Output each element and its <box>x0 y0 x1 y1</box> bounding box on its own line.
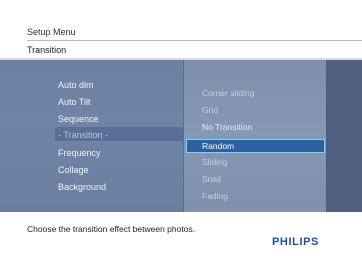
setup-menu-screen: Setup Menu Transition Auto dim Auto Tilt… <box>0 0 362 273</box>
submenu-item-grid[interactable]: Grid <box>202 105 218 115</box>
menu-item-transition[interactable]: - Transition - <box>58 130 108 140</box>
menu-item-auto-tilt[interactable]: Auto Tilt <box>58 97 91 107</box>
menu-subtitle: Transition <box>27 45 67 55</box>
menu-item-background[interactable]: Background <box>58 182 106 192</box>
submenu-item-sliding[interactable]: Sliding <box>202 157 228 167</box>
philips-logo: PHILIPS <box>272 236 319 248</box>
panel-separator <box>183 60 184 212</box>
submenu-item-snail[interactable]: Snail <box>202 174 221 184</box>
help-text: Choose the transition effect between pho… <box>27 224 196 234</box>
menu-title: Setup Menu <box>27 27 76 37</box>
title-divider <box>27 40 362 41</box>
submenu-item-no-transition[interactable]: No Transition <box>202 122 252 132</box>
menu-item-frequency[interactable]: Frequency <box>58 148 101 158</box>
submenu-item-random[interactable]: Random <box>202 141 234 151</box>
submenu-item-fading[interactable]: Fading <box>202 191 228 201</box>
menu-item-collage[interactable]: Collage <box>58 165 89 175</box>
menu-item-auto-dim[interactable]: Auto dim <box>58 80 94 90</box>
menu-item-sequence[interactable]: Sequence <box>58 114 99 124</box>
submenu-panel <box>183 60 326 212</box>
submenu-item-corner-sliding[interactable]: Corner sliding <box>202 88 254 98</box>
header: Setup Menu Transition <box>0 0 362 60</box>
right-edge-panel <box>326 60 362 212</box>
